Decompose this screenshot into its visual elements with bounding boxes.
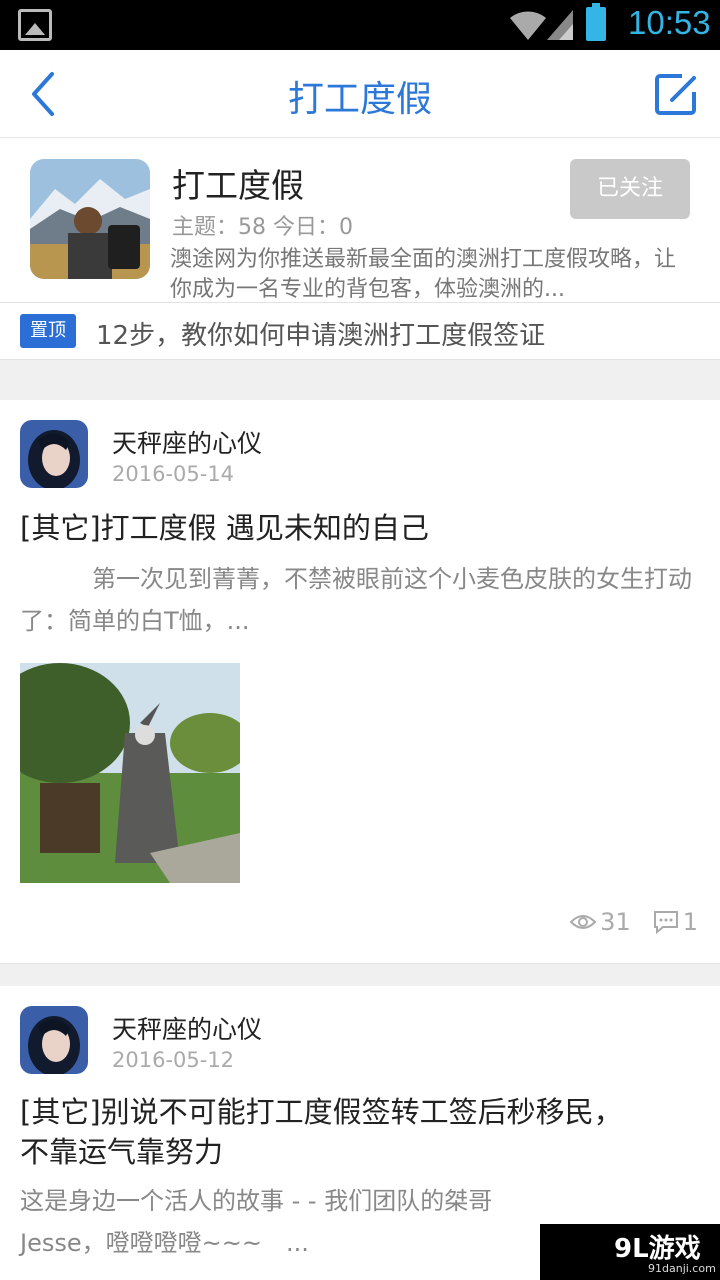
page-title: 打工度假 [287,79,432,120]
signal-icon [547,10,573,40]
forum-info: 打工度假 主题：58 今日：0 澳途网为你推送最新最全面的澳洲打工度假攻略，让你… [0,139,720,302]
comment-icon [653,911,678,934]
post-excerpt: 第一次见到菁菁，不禁被眼前这个小麦色皮肤的女生打动了：简单的白T恤，... [20,565,692,635]
pinned-badge: 置顶 [20,314,76,348]
watermark: 9L游戏 91danji.com [540,1224,720,1280]
post-card[interactable]: 天秤座的心仪 2016-05-14 [其它]打工度假 遇见未知的自己 第一次见到… [0,400,720,963]
author-avatar-image [20,1006,88,1074]
status-bar: 10:53 [0,0,720,50]
post-excerpt: 这是身边一个活人的故事 - - 我们团队的桀哥Jesse，噔噔噔噔~~~ ... [20,1187,493,1257]
status-time: 10:53 [628,4,711,41]
forum-avatar [30,159,150,279]
section-gap [0,964,720,986]
forum-stats: 主题：58 今日：0 [172,215,353,240]
pinned-title: 12步，教你如何申请澳洲打工度假签证 [96,321,546,351]
image-notification-icon [18,9,52,41]
forum-name: 打工度假 [172,166,304,205]
forum-cover-image [30,159,150,279]
watermark-logo: 9L游戏 [614,1234,701,1264]
comments-count: 1 [682,908,698,936]
wifi-icon [510,11,546,40]
compose-button[interactable] [652,70,700,118]
section-gap [0,360,720,400]
avatar[interactable] [20,420,88,488]
eye-icon [570,915,597,929]
pinned-post[interactable]: 置顶 12步，教你如何申请澳洲打工度假签证 [0,303,720,359]
avatar[interactable] [20,1006,88,1074]
post-photo [20,663,240,883]
post-meta: 31 1 [552,908,698,936]
post-title: [其它]别说不可能打工度假签转工签后秒移民，不靠运气靠努力 [20,1095,623,1169]
forum-description: 澳途网为你推送最新最全面的澳洲打工度假攻略，让你成为一名专业的背包客，体验澳洲的… [170,247,677,302]
post-date: 2016-05-12 [112,1048,235,1072]
app-header: 打工度假 [0,50,720,138]
author-name: 天秤座的心仪 [112,1015,263,1044]
post-title: [其它]打工度假 遇见未知的自己 [20,511,429,545]
edit-icon [655,74,696,115]
views-stat: 31 [570,908,631,936]
follow-button[interactable]: 已关注 [570,159,690,219]
watermark-url: 91danji.com [648,1262,716,1275]
post-date: 2016-05-14 [112,462,235,486]
views-count: 31 [600,908,631,936]
author-name: 天秤座的心仪 [112,429,263,458]
post-image[interactable] [20,663,240,883]
battery-icon [586,3,606,41]
author-avatar-image [20,420,88,488]
comments-stat: 1 [653,908,698,936]
